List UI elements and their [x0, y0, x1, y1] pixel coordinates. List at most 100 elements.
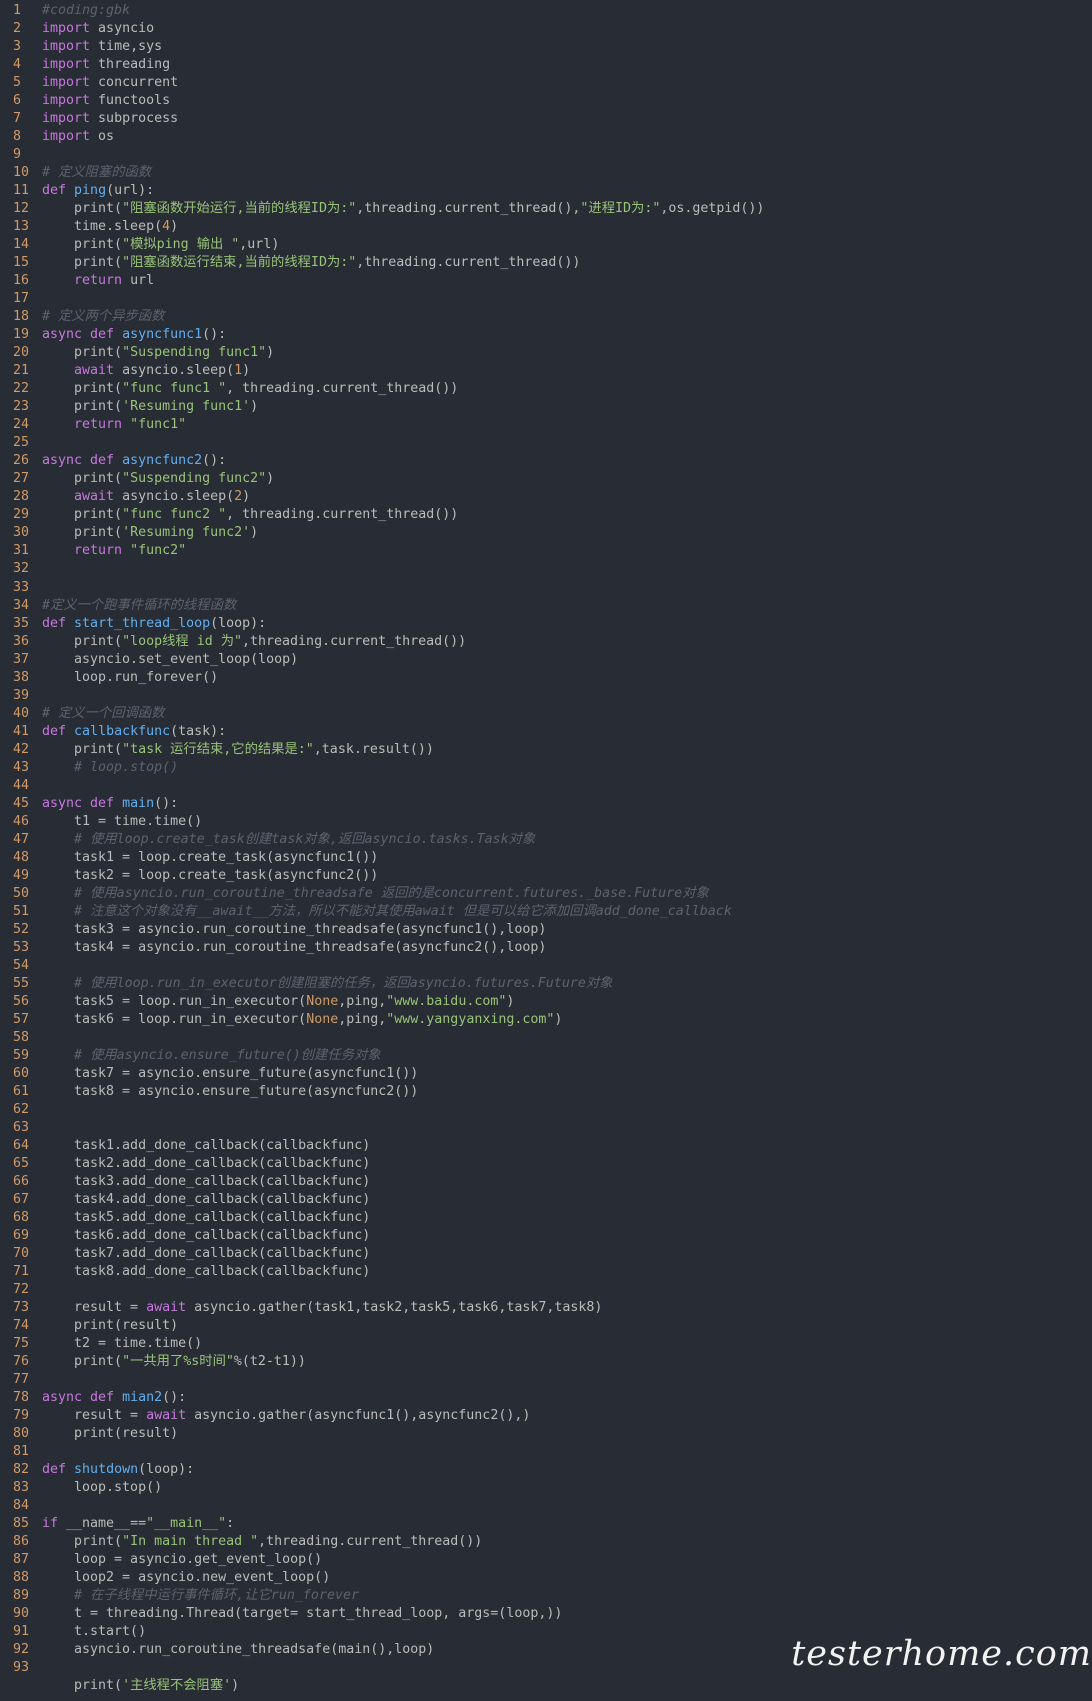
code-line[interactable]: 58 [0, 1029, 1092, 1047]
code-text[interactable]: task5 = loop.run_in_executor(None,ping,"… [42, 993, 1092, 1011]
code-line[interactable]: 16 return url [0, 272, 1092, 290]
code-text[interactable]: if __name__=="__main__": [42, 1515, 1092, 1533]
code-text[interactable]: task8 = asyncio.ensure_future(asyncfunc2… [42, 1083, 1092, 1101]
code-line[interactable]: 27 print("Suspending func2") [0, 470, 1092, 488]
code-line[interactable]: 70 task7.add_done_callback(callbackfunc) [0, 1245, 1092, 1263]
code-line[interactable]: 43 # loop.stop() [0, 759, 1092, 777]
code-text[interactable]: task4.add_done_callback(callbackfunc) [42, 1191, 1092, 1209]
code-text[interactable]: import concurrent [42, 74, 1092, 92]
code-line[interactable]: 85 if __name__=="__main__": [0, 1515, 1092, 1533]
code-line[interactable]: 1 #coding:gbk [0, 2, 1092, 20]
code-line[interactable]: 62 [0, 1101, 1092, 1119]
code-text[interactable]: print('Resuming func1') [42, 398, 1092, 416]
code-line[interactable]: 84 [0, 1497, 1092, 1515]
code-line[interactable]: 29 print("func func2 ", threading.curren… [0, 506, 1092, 524]
code-line[interactable]: 54 [0, 957, 1092, 975]
code-line[interactable]: 36 print("loop线程 id 为",threading.current… [0, 633, 1092, 651]
code-text[interactable]: print("func func2 ", threading.current_t… [42, 506, 1092, 524]
code-line[interactable]: 59 # 使用asyncio.ensure_future()创建任务对象 [0, 1047, 1092, 1065]
code-line[interactable]: 40 # 定义一个回调函数 [0, 705, 1092, 723]
code-line[interactable]: 90 t = threading.Thread(target= start_th… [0, 1605, 1092, 1623]
code-line[interactable]: 49 task2 = loop.create_task(asyncfunc2()… [0, 867, 1092, 885]
code-text[interactable]: def start_thread_loop(loop): [42, 615, 1092, 633]
code-line[interactable]: 47 # 使用loop.create_task创建task对象,返回asynci… [0, 831, 1092, 849]
code-text[interactable]: import functools [42, 92, 1092, 110]
code-text[interactable]: task3.add_done_callback(callbackfunc) [42, 1173, 1092, 1191]
code-text[interactable]: task5.add_done_callback(callbackfunc) [42, 1209, 1092, 1227]
code-text[interactable] [42, 146, 1092, 164]
code-text[interactable]: task8.add_done_callback(callbackfunc) [42, 1263, 1092, 1281]
code-text[interactable]: print("func func1 ", threading.current_t… [42, 380, 1092, 398]
code-line[interactable]: 65 task2.add_done_callback(callbackfunc) [0, 1155, 1092, 1173]
code-line[interactable]: 10 # 定义阻塞的函数 [0, 164, 1092, 182]
code-line[interactable]: 31 return "func2" [0, 542, 1092, 560]
code-text[interactable]: # 注意这个对象没有__await__方法，所以不能对其使用await 但是可以… [42, 903, 1092, 921]
code-text[interactable]: t2 = time.time() [42, 1335, 1092, 1353]
code-text[interactable]: def shutdown(loop): [42, 1461, 1092, 1479]
code-text[interactable]: print("阻塞函数运行结束,当前的线程ID为:",threading.cur… [42, 254, 1092, 272]
code-line[interactable]: 60 task7 = asyncio.ensure_future(asyncfu… [0, 1065, 1092, 1083]
code-text[interactable]: t = threading.Thread(target= start_threa… [42, 1605, 1092, 1623]
code-text[interactable]: # 使用asyncio.ensure_future()创建任务对象 [42, 1047, 1092, 1065]
code-line[interactable]: 8 import os [0, 128, 1092, 146]
code-line[interactable]: 23 print('Resuming func1') [0, 398, 1092, 416]
code-line[interactable]: 42 print("task 运行结束,它的结果是:",task.result(… [0, 741, 1092, 759]
code-line[interactable]: 28 await asyncio.sleep(2) [0, 488, 1092, 506]
code-line[interactable]: 6 import functools [0, 92, 1092, 110]
code-text[interactable]: result = await asyncio.gather(task1,task… [42, 1299, 1092, 1317]
code-text[interactable]: time.sleep(4) [42, 218, 1092, 236]
code-text[interactable] [42, 579, 1092, 597]
code-text[interactable]: print("阻塞函数开始运行,当前的线程ID为:",threading.cur… [42, 200, 1092, 218]
code-text[interactable] [42, 1101, 1092, 1119]
code-line[interactable]: 18 # 定义两个异步函数 [0, 308, 1092, 326]
code-line[interactable]: 37 asyncio.set_event_loop(loop) [0, 651, 1092, 669]
code-text[interactable]: task4 = asyncio.run_coroutine_threadsafe… [42, 939, 1092, 957]
code-line[interactable]: 46 t1 = time.time() [0, 813, 1092, 831]
code-line[interactable]: 33 [0, 579, 1092, 597]
code-line[interactable]: 39 [0, 687, 1092, 705]
code-line[interactable]: 72 [0, 1281, 1092, 1299]
code-line[interactable]: 68 task5.add_done_callback(callbackfunc) [0, 1209, 1092, 1227]
code-text[interactable]: # 使用loop.run_in_executor创建阻塞的任务，返回asynci… [42, 975, 1092, 993]
code-text[interactable]: # 使用asyncio.run_coroutine_threadsafe 返回的… [42, 885, 1092, 903]
code-line[interactable]: 34 #定义一个跑事件循环的线程函数 [0, 597, 1092, 615]
code-line[interactable]: 15 print("阻塞函数运行结束,当前的线程ID为:",threading.… [0, 254, 1092, 272]
code-text[interactable]: # 定义一个回调函数 [42, 705, 1092, 723]
code-text[interactable]: task2.add_done_callback(callbackfunc) [42, 1155, 1092, 1173]
code-line[interactable]: 89 # 在子线程中运行事件循环,让它run_forever [0, 1587, 1092, 1605]
code-line[interactable]: 48 task1 = loop.create_task(asyncfunc1()… [0, 849, 1092, 867]
code-text[interactable]: def ping(url): [42, 182, 1092, 200]
code-line[interactable]: 53 task4 = asyncio.run_coroutine_threads… [0, 939, 1092, 957]
code-text[interactable]: import time,sys [42, 38, 1092, 56]
code-text[interactable] [42, 777, 1092, 795]
code-text[interactable]: print("Suspending func1") [42, 344, 1092, 362]
code-line[interactable]: 14 print("模拟ping 输出 ",url) [0, 236, 1092, 254]
code-line[interactable]: 66 task3.add_done_callback(callbackfunc) [0, 1173, 1092, 1191]
code-line[interactable]: 57 task6 = loop.run_in_executor(None,pin… [0, 1011, 1092, 1029]
code-text[interactable]: import subprocess [42, 110, 1092, 128]
code-line[interactable]: 25 [0, 434, 1092, 452]
code-text[interactable]: print(result) [42, 1317, 1092, 1335]
code-line[interactable]: 50 # 使用asyncio.run_coroutine_threadsafe … [0, 885, 1092, 903]
code-line[interactable]: 74 print(result) [0, 1317, 1092, 1335]
code-line[interactable]: 9 [0, 146, 1092, 164]
code-line[interactable]: 88 loop2 = asyncio.new_event_loop() [0, 1569, 1092, 1587]
code-text[interactable] [42, 687, 1092, 705]
code-line[interactable]: 56 task5 = loop.run_in_executor(None,pin… [0, 993, 1092, 1011]
code-line[interactable]: 45 async def main(): [0, 795, 1092, 813]
code-text[interactable]: print('Resuming func2') [42, 524, 1092, 542]
code-text[interactable]: loop.stop() [42, 1479, 1092, 1497]
code-line[interactable]: 26 async def asyncfunc2(): [0, 452, 1092, 470]
code-text[interactable]: return "func1" [42, 416, 1092, 434]
code-line[interactable]: 12 print("阻塞函数开始运行,当前的线程ID为:",threading.… [0, 200, 1092, 218]
code-text[interactable]: t1 = time.time() [42, 813, 1092, 831]
code-text[interactable]: # 在子线程中运行事件循环,让它run_forever [42, 1587, 1092, 1605]
code-line[interactable]: 80 print(result) [0, 1425, 1092, 1443]
code-text[interactable]: def callbackfunc(task): [42, 723, 1092, 741]
code-text[interactable]: async def asyncfunc1(): [42, 326, 1092, 344]
code-text[interactable]: import os [42, 128, 1092, 146]
code-line[interactable]: 61 task8 = asyncio.ensure_future(asyncfu… [0, 1083, 1092, 1101]
code-line[interactable]: 2 import asyncio [0, 20, 1092, 38]
code-text[interactable] [42, 1119, 1092, 1137]
code-line[interactable]: 76 print("一共用了%s时间"%(t2-t1)) [0, 1353, 1092, 1371]
